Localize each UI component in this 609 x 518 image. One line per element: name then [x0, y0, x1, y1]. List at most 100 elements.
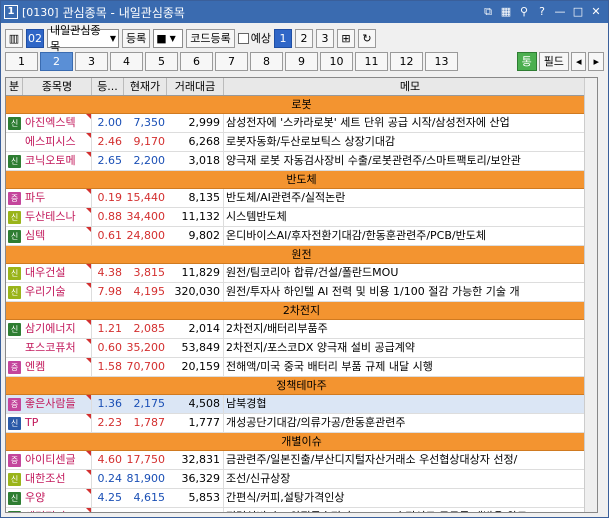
up-marker-icon: [86, 189, 91, 194]
tab-6[interactable]: 6: [180, 52, 213, 71]
tab-3[interactable]: 3: [75, 52, 108, 71]
tab-10[interactable]: 10: [320, 52, 353, 71]
stock-name[interactable]: 우리기술: [23, 283, 92, 301]
change-rate: 0.61: [97, 229, 123, 242]
stock-name[interactable]: 에스피시스: [23, 133, 92, 151]
table-row[interactable]: 에스피시스 2.46 9,170 6,268 로봇자동화/두산로보틱스 상장기대감: [6, 133, 597, 152]
stock-name[interactable]: 두산테스나: [23, 208, 92, 226]
tab-7[interactable]: 7: [215, 52, 248, 71]
tab-1[interactable]: 1: [5, 52, 38, 71]
stock-name[interactable]: 코닉오토메: [23, 152, 92, 170]
tab-2[interactable]: 2: [40, 52, 73, 71]
memo-cell: 2차전지/포스코DX 양극재 설비 공급계약: [226, 341, 415, 354]
up-marker-icon: [86, 451, 91, 456]
page-button-3[interactable]: 3: [315, 28, 334, 48]
vertical-scrollbar[interactable]: [584, 78, 597, 512]
type-badge: 신: [8, 266, 21, 280]
table-row[interactable]: 신 아진엑스텍 2.00 7,350 2,999 삼성전자에 '스카라로봇' 세트 단위 …: [6, 114, 597, 133]
memo-cell: 개성공단기대감/의류가공/한동훈관련주: [226, 416, 406, 429]
change-rate: 1.21: [97, 322, 123, 335]
help-icon[interactable]: ?: [534, 4, 550, 20]
stock-name[interactable]: 파두: [23, 189, 92, 207]
table-row[interactable]: 포스코퓨처 0.60 35,200 53,849 2차전지/포스코DX 양극재 설비 공…: [6, 339, 597, 358]
tab-prev-icon[interactable]: ◂: [570, 52, 587, 71]
close-icon[interactable]: ✕: [588, 4, 604, 20]
stock-name[interactable]: 심텍: [23, 227, 92, 245]
field-button[interactable]: 필드: [538, 52, 569, 71]
type-badge: 증: [8, 397, 21, 411]
layout-icon[interactable]: ▥: [5, 28, 23, 48]
change-rate: 1.36: [97, 397, 123, 410]
col-value[interactable]: 거래대금: [167, 78, 224, 95]
stock-name[interactable]: 우양: [23, 489, 92, 507]
page-button-2[interactable]: 2: [294, 28, 313, 48]
refresh-icon[interactable]: ↻: [357, 28, 376, 48]
stock-name[interactable]: 삼기에너지: [23, 320, 92, 338]
type-badge: 신: [8, 491, 21, 505]
stock-name[interactable]: 세명전기: [23, 508, 92, 512]
table-row[interactable]: 신세명전기1.869,5204,776전력설비/초고압직류송전기(HVDC) 송…: [6, 508, 597, 512]
table-row[interactable]: 신 우리기술 7.98 4,195 320,030 원전/투자사 하인텔 AI 전력 및 …: [6, 283, 597, 302]
table-row[interactable]: 신 심텍 0.61 24,800 9,802 온디바이스AI/후자전환기대감/한동훈관련주…: [6, 227, 597, 246]
tab-5[interactable]: 5: [145, 52, 178, 71]
tab-11[interactable]: 11: [355, 52, 388, 71]
change-rate: 4.60: [97, 453, 123, 466]
maximize-icon[interactable]: □: [570, 4, 586, 20]
col-type[interactable]: 분: [6, 78, 23, 95]
register-mode-select[interactable]: ■ ▼: [153, 28, 184, 48]
table-row[interactable]: 신 TP 2.23 1,787 1,777 개성공단기대감/의류가공/한동훈관련주: [6, 414, 597, 433]
tab-13[interactable]: 13: [425, 52, 458, 71]
pin-icon[interactable]: ⚲: [516, 4, 532, 20]
code-register-button[interactable]: 코드등록: [186, 28, 235, 48]
table-row[interactable]: 신 대우건설 4.38 3,815 11,829 원전/팀코리아 합류/건설/폴란드MOU: [6, 264, 597, 283]
trade-value: 5,853: [167, 489, 224, 507]
stock-name[interactable]: 좋은사람들: [23, 395, 92, 413]
memo-cell: 남북경협: [226, 397, 267, 410]
page-button-1[interactable]: 1: [273, 28, 292, 48]
link-icon[interactable]: ⧉: [480, 4, 496, 20]
forecast-checkbox[interactable]: 예상: [237, 30, 271, 46]
group-code-box[interactable]: 02: [26, 28, 44, 48]
type-cell: 신: [6, 227, 23, 245]
window: 1 [0130] 관심종목 - 내일관심종목 ⧉ ▦ ⚲ ? — □ ✕ ▥ 0…: [0, 0, 609, 518]
stock-name[interactable]: 포스코퓨처: [23, 339, 92, 357]
type-cell: 증: [6, 189, 23, 207]
tab-9[interactable]: 9: [285, 52, 318, 71]
table-row[interactable]: 신 삼기에너지 1.21 2,085 2,014 2차전지/배터리부품주: [6, 320, 597, 339]
table-row[interactable]: 증 아이티센글 4.60 17,750 32,831 금관련주/일본진출/부산디지털자산거…: [6, 451, 597, 470]
stock-name[interactable]: 아이티센글: [23, 451, 92, 469]
col-memo[interactable]: 메모: [224, 78, 597, 95]
stock-name[interactable]: 대우건설: [23, 264, 92, 282]
col-price[interactable]: 현재가: [124, 78, 167, 95]
grid-icon[interactable]: ▦: [498, 4, 514, 20]
tab-8[interactable]: 8: [250, 52, 283, 71]
stock-name[interactable]: 대한조선: [23, 470, 92, 488]
register-button[interactable]: 등록: [122, 28, 151, 48]
grid-view-icon[interactable]: ⊞: [336, 28, 355, 48]
table-row[interactable]: 증 파두 0.19 15,440 8,135 반도체/AI관련주/실적논란: [6, 189, 597, 208]
current-price: 2,200: [133, 154, 166, 167]
type-badge: 증: [8, 191, 21, 205]
table-row[interactable]: 신 두산테스나 0.88 34,400 11,132 시스템반도체: [6, 208, 597, 227]
table-row[interactable]: 신 대한조선 0.24 81,900 36,329 조선/신규상장: [6, 470, 597, 489]
table-row[interactable]: 증 좋은사람들 1.36 2,175 4,508 남북경협: [6, 395, 597, 414]
minimize-icon[interactable]: —: [552, 4, 568, 20]
table-row[interactable]: 신 코닉오토메 2.65 2,200 3,018 양극재 로봇 자동검사장비 수출/로봇관…: [6, 152, 597, 171]
trade-value: 3,018: [167, 152, 224, 170]
stock-name[interactable]: 엔켐: [23, 358, 92, 376]
type-cell: 신: [6, 152, 23, 170]
table-row[interactable]: 신 우양 4.25 4,615 5,853 간편식/커피,설탕가격인상: [6, 489, 597, 508]
col-name[interactable]: 종목명: [23, 78, 92, 95]
tab-next-icon[interactable]: ▸: [588, 52, 604, 71]
change-rate: 4.38: [97, 266, 123, 279]
tab-4[interactable]: 4: [110, 52, 143, 71]
tab-12[interactable]: 12: [390, 52, 423, 71]
table-row[interactable]: 증 엔켐 1.58 70,700 20,159 전해액/미국 중국 배터리 부품 규제 내…: [6, 358, 597, 377]
tong-button[interactable]: 통: [516, 52, 537, 71]
up-marker-icon: [86, 152, 91, 157]
col-rate[interactable]: 등...: [92, 78, 124, 95]
current-price: 4,615: [133, 491, 166, 504]
stock-name[interactable]: TP: [23, 414, 92, 432]
stock-name[interactable]: 아진엑스텍: [23, 114, 92, 132]
group-select[interactable]: 내일관심종목 ▼: [47, 24, 119, 53]
